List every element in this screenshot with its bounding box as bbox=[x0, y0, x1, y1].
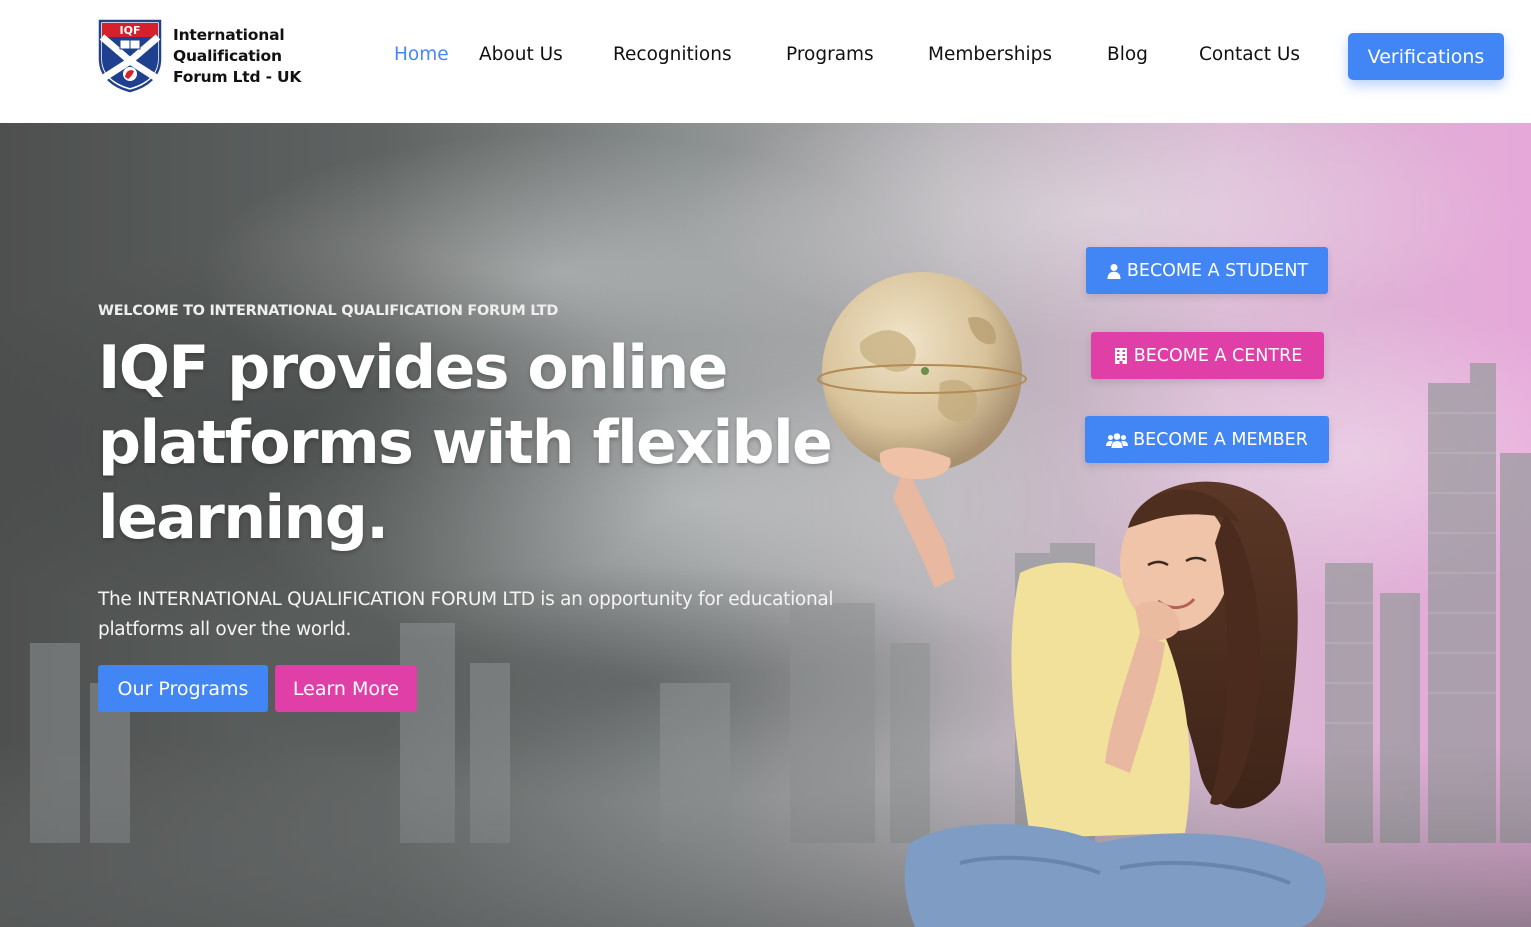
logo-wordmark: International Qualification Forum Ltd - … bbox=[173, 25, 301, 88]
learn-more-button[interactable]: Learn More bbox=[275, 665, 417, 712]
become-student-label: BECOME A STUDENT bbox=[1126, 260, 1309, 281]
shield-label: IQF bbox=[120, 24, 141, 37]
nav-memberships[interactable]: Memberships bbox=[928, 44, 1052, 65]
verifications-button[interactable]: Verifications bbox=[1348, 33, 1504, 80]
welcome-tagline: WELCOME TO INTERNATIONAL QUALIFICATION F… bbox=[98, 303, 559, 319]
logo-line-1: International bbox=[173, 26, 285, 44]
users-icon bbox=[1106, 432, 1129, 448]
nav-contact-us[interactable]: Contact Us bbox=[1199, 44, 1300, 65]
nav-programs[interactable]: Programs bbox=[786, 44, 874, 65]
user-icon bbox=[1107, 263, 1121, 279]
nav-about-us[interactable]: About Us bbox=[479, 44, 563, 65]
become-centre-label: BECOME A CENTRE bbox=[1133, 345, 1303, 366]
nav-home[interactable]: Home bbox=[394, 44, 449, 65]
hero-description: The INTERNATIONAL QUALIFICATION FORUM LT… bbox=[98, 589, 834, 640]
become-student-button[interactable]: BECOME A STUDENT bbox=[1086, 247, 1328, 294]
nav-recognitions[interactable]: Recognitions bbox=[613, 44, 732, 65]
iqf-shield-icon: IQF bbox=[98, 19, 162, 93]
logo-line-3: Forum Ltd - UK bbox=[173, 68, 302, 86]
site-logo[interactable]: IQF International Qualification Forum Lt… bbox=[98, 19, 301, 93]
hero-banner: WELCOME TO INTERNATIONAL QUALIFICATION F… bbox=[0, 123, 1531, 927]
become-member-label: BECOME A MEMBER bbox=[1133, 429, 1308, 450]
building-icon bbox=[1114, 347, 1127, 364]
logo-line-2: Qualification bbox=[173, 47, 282, 65]
our-programs-button[interactable]: Our Programs bbox=[98, 665, 268, 712]
nav-blog[interactable]: Blog bbox=[1107, 44, 1148, 65]
become-centre-button[interactable]: BECOME A CENTRE bbox=[1091, 332, 1324, 379]
become-member-button[interactable]: BECOME A MEMBER bbox=[1085, 416, 1329, 463]
site-header: IQF International Qualification Forum Lt… bbox=[0, 0, 1531, 123]
hero-headline: IQF provides online platforms with flexi… bbox=[98, 333, 833, 553]
